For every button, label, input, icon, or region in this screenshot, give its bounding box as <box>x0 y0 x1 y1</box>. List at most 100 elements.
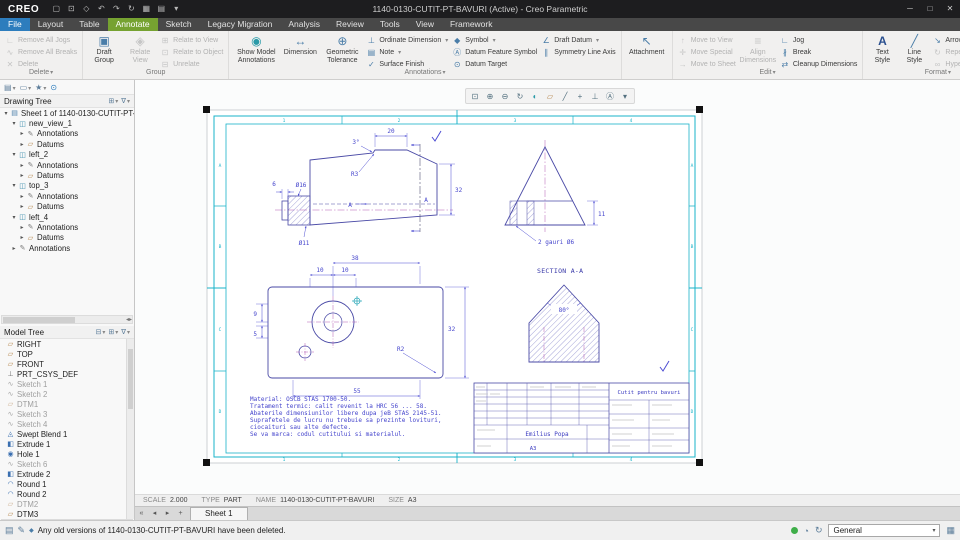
tab-tools[interactable]: Tools <box>372 18 408 31</box>
model-tree-item-top[interactable]: ▱ TOP <box>0 349 134 359</box>
tab-framework[interactable]: Framework <box>442 18 501 31</box>
drawing-sheet-svg[interactable]: A B C D A B C D 1 2 3 4 1 2 3 4 20 3° 32… <box>135 80 960 494</box>
redo-icon[interactable]: ↷ <box>109 2 123 16</box>
group-footer-annotations[interactable]: Annotations <box>229 68 620 79</box>
geometric-tolerance-button[interactable]: ⊕ Geometric Tolerance <box>320 33 364 65</box>
favorites-icon[interactable]: ★ <box>35 83 46 92</box>
group-footer-edit[interactable]: Edit <box>673 68 863 79</box>
drawing-tree-hscrollbar[interactable]: ◂▸ <box>1 315 133 325</box>
remove-all-jogs-button[interactable]: ∟ Remove All Jogs <box>3 35 79 46</box>
navigator-menu-icon[interactable]: ▤ <box>4 83 16 92</box>
windows-icon[interactable]: ▦ <box>139 2 153 16</box>
expand-icon[interactable]: ▸ <box>18 234 26 241</box>
repaint-icon[interactable]: ↻ <box>513 90 527 103</box>
hscroll-arrows-icon[interactable]: ◂▸ <box>126 316 132 324</box>
dim-38[interactable]: 38 <box>351 255 359 262</box>
close-window-icon[interactable]: ▤ <box>154 2 168 16</box>
expand-icon[interactable]: ▸ <box>18 224 26 231</box>
tree-item-datums[interactable]: ▸ ▱ Datums <box>0 139 134 149</box>
dim-9[interactable]: 9 <box>253 311 257 318</box>
dim-dia16[interactable]: Ø16 <box>296 182 307 189</box>
display-style-icon[interactable]: ◐ <box>528 90 542 103</box>
group-footer-format[interactable]: Format <box>863 68 960 79</box>
model-tree-item-round1[interactable]: ◠ Round 1 <box>0 479 134 489</box>
dim-20[interactable]: 20 <box>387 128 395 135</box>
model-tree-item-sketch2[interactable]: ∿ Sketch 2 <box>0 389 134 399</box>
datum-plane-display-icon[interactable]: ▱ <box>543 90 557 103</box>
new-file-icon[interactable]: ▢ <box>49 2 63 16</box>
ordinate-dimension-button[interactable]: ⊥ Ordinate Dimension <box>364 35 450 46</box>
text-style-button[interactable]: A Text Style <box>866 33 898 65</box>
note-2-holes[interactable]: 2 gauri Ø6 <box>538 239 575 246</box>
tab-view[interactable]: View <box>408 18 442 31</box>
drawing-tree-settings-icon[interactable]: ⊞ <box>108 97 118 105</box>
tab-analysis[interactable]: Analysis <box>280 18 328 31</box>
zoom-out-icon[interactable]: ⊖ <box>498 90 512 103</box>
tab-sketch[interactable]: Sketch <box>158 18 200 31</box>
break-button[interactable]: ∦ Break <box>778 47 860 58</box>
expand-icon[interactable]: ▸ <box>18 130 26 137</box>
dim-55[interactable]: 55 <box>353 388 361 395</box>
model-tree-item-sketch4[interactable]: ∿ Sketch 4 <box>0 419 134 429</box>
tree-item-annotations[interactable]: ▸ ✎ Annotations <box>0 243 134 253</box>
section-label-a[interactable]: A <box>424 197 428 204</box>
csys-display-icon[interactable]: ⊥ <box>588 90 602 103</box>
expand-icon[interactable]: ▸ <box>18 162 26 169</box>
tree-item-sheet[interactable]: ▾▤Sheet 1 of 1140-0130-CUTIT-PT-BAVURI.D… <box>0 108 134 118</box>
expand-icon[interactable]: ▸ <box>18 141 26 148</box>
line-style-button[interactable]: ╱ Line Style <box>898 33 930 65</box>
show-model-annotations-button[interactable]: ◉ Show Model Annotations <box>232 33 280 65</box>
relate-to-object-button[interactable]: ⊡ Relate to Object <box>158 47 225 58</box>
next-sheet-icon[interactable]: ▸ <box>161 507 174 520</box>
titleblock-author[interactable]: Emilius Popa <box>525 431 569 438</box>
regenerate-icon[interactable]: ↻ <box>124 2 138 16</box>
dim-5[interactable]: 5 <box>253 331 257 338</box>
note-line[interactable]: ciocaituri sau alte defecte. <box>250 424 351 431</box>
tab-annotate[interactable]: Annotate <box>107 18 158 31</box>
model-tree-item-front[interactable]: ▱ FRONT <box>0 359 134 369</box>
attachment-button[interactable]: ↖ Attachment <box>625 33 669 58</box>
drawing-canvas[interactable]: ⊡ ⊕ ⊖ ↻ ◐ ▱ ╱ + ⊥ Ⓐ ▾ A B C D A B C D 1 … <box>135 80 960 494</box>
annotation-note-icon[interactable]: ✎ <box>18 525 26 536</box>
tab-table[interactable]: Table <box>71 18 107 31</box>
dim-32[interactable]: 32 <box>455 187 463 194</box>
move-special-button[interactable]: ✛ Move Special <box>676 47 738 58</box>
tree-item-view[interactable]: ▾ ◫ top_3 <box>0 181 134 191</box>
refit-icon[interactable]: ⊡ <box>468 90 482 103</box>
folder-browser-icon[interactable]: ▭ <box>20 83 32 92</box>
model-tree-item-sketch1[interactable]: ∿ Sketch 1 <box>0 379 134 389</box>
arrow-style-button[interactable]: ↘ Arrow Style <box>930 35 960 46</box>
drawing-tree-filter-icon[interactable]: ∇ <box>121 97 130 105</box>
close-button[interactable]: ✕ <box>940 0 960 18</box>
model-tree-filter-icon[interactable]: ∇ <box>121 328 130 336</box>
tree-item-annotations[interactable]: ▸ ✎ Annotations <box>0 222 134 232</box>
dim-10a[interactable]: 10 <box>316 267 324 274</box>
expand-icon[interactable]: ▾ <box>10 151 18 158</box>
tree-item-datums[interactable]: ▸ ▱ Datums <box>0 233 134 243</box>
model-tree-settings-icon[interactable]: ⊞ <box>108 328 118 336</box>
dim-3deg[interactable]: 3° <box>352 139 359 146</box>
model-tree-item-right[interactable]: ▱ RIGHT <box>0 339 134 349</box>
performance-gauge-icon[interactable]: ◔ <box>804 526 809 536</box>
note-button[interactable]: ▤ Note <box>364 47 450 58</box>
tree-item-annotations[interactable]: ▸ ✎ Annotations <box>0 160 134 170</box>
first-sheet-icon[interactable]: « <box>135 507 148 520</box>
annotation-display-icon[interactable]: Ⓐ <box>603 90 617 103</box>
previous-sheet-icon[interactable]: ◂ <box>148 507 161 520</box>
minimize-button[interactable]: ─ <box>900 0 920 18</box>
draft-datum-button[interactable]: ∠ Draft Datum <box>539 35 617 46</box>
tree-item-datums[interactable]: ▸ ▱ Datums <box>0 170 134 180</box>
dim-r2[interactable]: R2 <box>397 346 405 353</box>
qat-more-icon[interactable]: ▾ <box>169 2 183 16</box>
model-tree-item-dtm2[interactable]: ▱ DTM2 <box>0 499 134 509</box>
dim-6[interactable]: 6 <box>272 181 276 188</box>
note-line[interactable]: Material: OSCB STAS 1700-50. <box>250 396 351 403</box>
sync-status-icon[interactable]: ↻ <box>815 525 823 536</box>
dimension-button[interactable]: ↔ Dimension <box>280 33 320 58</box>
expand-icon[interactable]: ▸ <box>18 203 26 210</box>
tab-file[interactable]: File <box>0 18 30 31</box>
point-display-icon[interactable]: + <box>573 90 587 103</box>
dim-80deg[interactable]: 80° <box>559 307 570 314</box>
move-to-view-button[interactable]: ↑ Move to View <box>676 35 738 46</box>
model-tree-item-sketch3[interactable]: ∿ Sketch 3 <box>0 409 134 419</box>
